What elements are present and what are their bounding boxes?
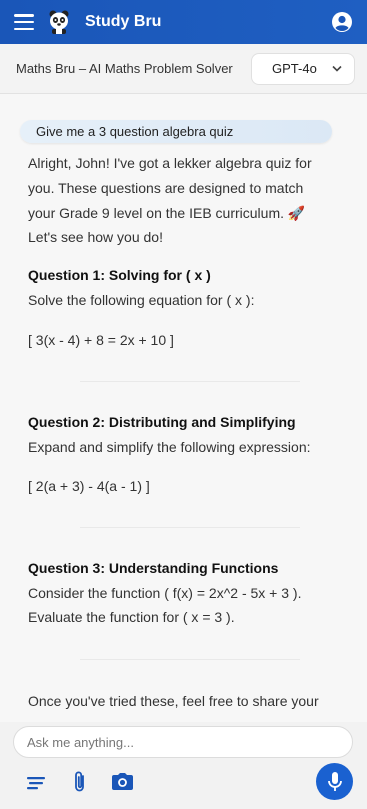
question-1-heading: Question 1: Solving for ( x ) — [28, 267, 211, 283]
intro-line: you. These questions are designed to mat… — [28, 179, 304, 196]
page-title: Maths Bru – AI Maths Problem Solver — [16, 61, 233, 76]
divider — [80, 527, 300, 528]
model-selected-label: GPT-4o — [272, 61, 317, 76]
chevron-down-icon — [332, 65, 342, 72]
intro-line: Let's see how you do! — [28, 229, 163, 246]
question-2-text: Expand and simplify the following expres… — [28, 439, 311, 455]
assistant-outro: Once you've tried these, feel free to sh… — [28, 693, 319, 709]
message-input[interactable]: Ask me anything... — [13, 726, 353, 758]
mascot-logo — [47, 9, 71, 35]
paperclip-icon[interactable] — [73, 770, 87, 799]
assistant-intro: Alright, John! I've got a lekker algebra… — [28, 151, 312, 250]
question-2-math: [ 2(a + 3) - 4(a - 1) ] — [28, 478, 150, 494]
composer-bar: Ask me anything... — [0, 722, 367, 809]
page-header: Maths Bru – AI Maths Problem Solver GPT-… — [0, 44, 367, 94]
camera-icon[interactable] — [112, 772, 133, 795]
divider — [80, 381, 300, 382]
chat-thread[interactable]: Give me a 3 question algebra quiz Alrigh… — [0, 95, 367, 722]
question-2-heading: Question 2: Distributing and Simplifying — [28, 414, 296, 430]
menu-icon[interactable] — [14, 14, 34, 30]
account-icon[interactable] — [331, 11, 353, 33]
question-3-heading: Question 3: Understanding Functions — [28, 560, 279, 576]
notes-icon[interactable] — [27, 776, 45, 795]
intro-line: Alright, John! I've got a lekker algebra… — [28, 155, 312, 171]
microphone-button[interactable] — [316, 763, 353, 800]
question-3-line-2: Evaluate the function for ( x = 3 ). — [28, 609, 235, 625]
app-bar: Study Bru — [0, 0, 367, 44]
intro-line: your Grade 9 level on the IEB curriculum… — [28, 204, 306, 221]
question-1-math: [ 3(x - 4) + 8 = 2x + 10 ] — [28, 332, 174, 348]
question-3-line-1: Consider the function ( f(x) = 2x^2 - 5x… — [28, 585, 302, 601]
app-title: Study Bru — [85, 13, 162, 30]
question-1-text: Solve the following equation for ( x ): — [28, 292, 255, 308]
model-dropdown[interactable]: GPT-4o — [251, 52, 355, 85]
divider — [80, 659, 300, 660]
user-message-bubble: Give me a 3 question algebra quiz — [20, 120, 332, 143]
microphone-icon — [327, 771, 342, 791]
